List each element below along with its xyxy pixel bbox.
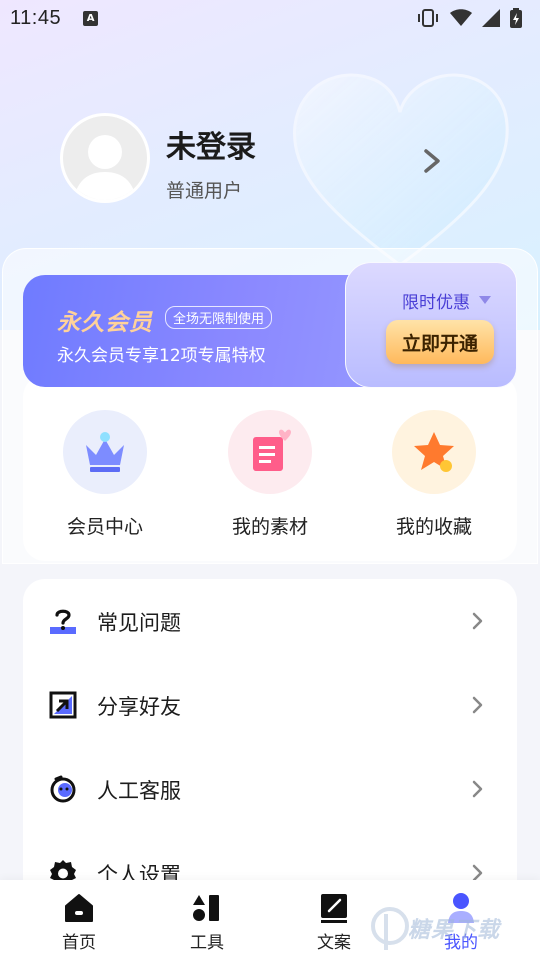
nav-label: 工具 <box>190 933 224 953</box>
feature-label: 我的收藏 <box>395 516 472 538</box>
feature-label: 会员中心 <box>66 516 143 538</box>
signal-icon <box>482 9 500 27</box>
nav-label: 文案 <box>317 933 351 953</box>
document-heart-icon <box>228 410 312 494</box>
chevron-right-icon[interactable] <box>418 146 446 176</box>
triangle-down-icon <box>479 296 491 304</box>
battery-charging-icon <box>510 8 522 28</box>
menu-item-faq[interactable]: 常见问题 <box>23 579 517 663</box>
menu-item-customer-service[interactable]: 人工客服 <box>23 747 517 831</box>
open-vip-button[interactable]: 立即开通 <box>386 320 494 364</box>
nav-label: 我的 <box>444 933 478 953</box>
bottom-navigation: 首页 工具 文案 我的 <box>0 880 540 960</box>
nav-mine[interactable]: 我的 <box>411 880 511 960</box>
user-level: 普通用户 <box>166 180 243 202</box>
nav-label: 首页 <box>62 933 96 953</box>
menu-list: 常见问题 分享好友 人工客服 个人设置 <box>23 579 517 919</box>
home-icon <box>65 894 93 922</box>
heart-decoration <box>293 73 509 267</box>
feature-my-favorites[interactable]: 我的收藏 <box>359 410 509 540</box>
nav-home[interactable]: 首页 <box>29 880 129 960</box>
avatar[interactable] <box>60 113 150 203</box>
menu-item-share[interactable]: 分享好友 <box>23 663 517 747</box>
feature-label: 我的素材 <box>231 516 308 538</box>
chevron-right-icon <box>472 612 483 630</box>
menu-label: 分享好友 <box>97 695 181 719</box>
status-time: 11:45 <box>10 6 62 29</box>
nav-copywriting[interactable]: 文案 <box>284 880 384 960</box>
vip-tag: 全场无限制使用 <box>165 306 273 329</box>
nav-tools[interactable]: 工具 <box>157 880 257 960</box>
limited-offer-label: 限时优惠 <box>402 293 470 313</box>
user-name[interactable]: 未登录 <box>166 122 256 166</box>
wifi-icon <box>450 9 472 26</box>
profile-icon <box>448 893 474 923</box>
chevron-right-icon <box>472 696 483 714</box>
vibrate-icon <box>418 9 438 27</box>
menu-label: 常见问题 <box>97 611 181 635</box>
edit-note-icon <box>321 894 347 923</box>
tools-icon <box>193 895 219 921</box>
vip-description: 永久会员专享12项专属特权 <box>57 346 266 366</box>
feature-my-materials[interactable]: 我的素材 <box>195 410 345 540</box>
vip-title: 永久会员 <box>57 310 153 336</box>
chevron-right-icon <box>472 780 483 798</box>
menu-label: 人工客服 <box>97 779 181 803</box>
a-icon: A <box>83 10 99 26</box>
share-icon <box>49 691 77 719</box>
star-icon <box>392 410 476 494</box>
crown-icon <box>63 410 147 494</box>
feature-member-center[interactable]: 会员中心 <box>30 410 180 540</box>
service-icon <box>50 775 76 803</box>
question-icon <box>50 609 76 634</box>
status-bar: 11:45 A <box>0 0 540 36</box>
